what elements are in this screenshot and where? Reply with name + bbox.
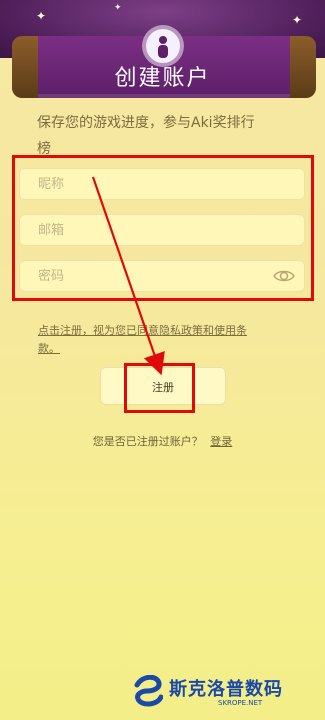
login-prompt-line: 您是否已注册过账户？ 登录 <box>0 433 325 449</box>
login-prompt: 您是否已注册过账户？ <box>92 435 203 448</box>
intro-line-1: 保存您的游戏进度，参与Aki奖排行 <box>37 115 255 131</box>
watermark-url: SKROPE.NET <box>218 699 263 707</box>
sparkle-icon: ✦ <box>114 3 122 13</box>
register-highlight-box <box>124 363 195 413</box>
nickname-input[interactable] <box>20 169 304 199</box>
email-input[interactable] <box>20 215 304 245</box>
password-field[interactable] <box>19 260 305 292</box>
watermark-logo-icon <box>134 675 163 707</box>
policy-line-1: 点击注册，视为您已同意隐私政策和使用条 <box>38 324 247 337</box>
policy-line-2: 款。 <box>38 342 60 355</box>
sparkle-icon: ✦ <box>36 9 47 23</box>
email-field[interactable] <box>19 214 305 246</box>
nickname-field[interactable] <box>19 168 305 200</box>
akinator-logo-icon <box>146 29 180 63</box>
watermark: 斯克洛普数码 SKROPE.NET <box>125 673 315 713</box>
login-link[interactable]: 登录 <box>210 435 232 448</box>
password-input[interactable] <box>20 261 304 291</box>
watermark-brand: 斯克洛普数码 <box>169 679 283 700</box>
annotation-arrow <box>91 176 165 376</box>
eye-icon[interactable] <box>273 269 295 283</box>
page-title: 创建账户 <box>114 66 211 91</box>
privacy-policy-link[interactable]: 点击注册，视为您已同意隐私政策和使用条 款。 <box>38 322 308 358</box>
sparkle-icon: ✦ <box>292 13 303 27</box>
